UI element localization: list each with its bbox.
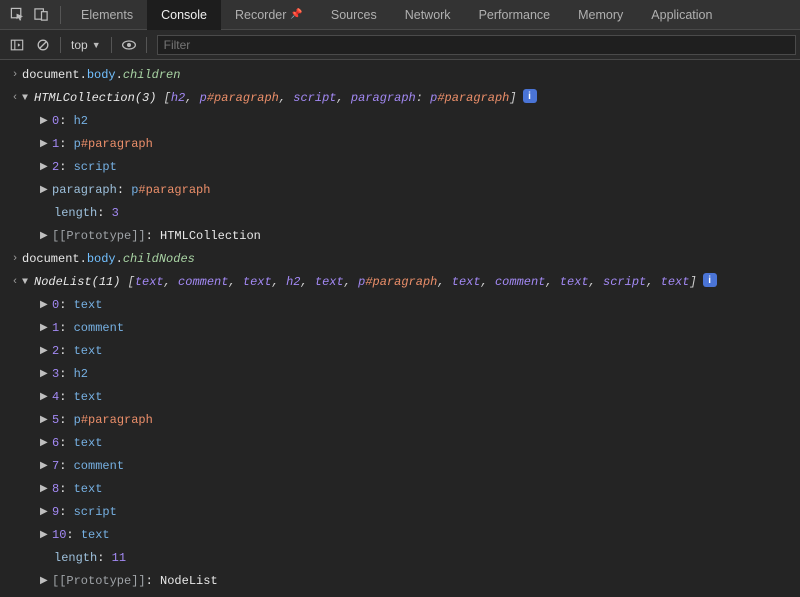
result-preview[interactable]: NodeList(11) [text, comment, text, h2, t… <box>34 273 697 292</box>
filter-container <box>157 35 796 55</box>
expander-icon[interactable]: ▶ <box>40 503 52 522</box>
pin-icon: 📌 <box>290 9 302 20</box>
object-property-row[interactable]: ▶2: script <box>2 156 800 179</box>
inspect-icon[interactable] <box>6 4 28 26</box>
devtools-tabbar: Elements Console Recorder 📌 Sources Netwo… <box>0 0 800 30</box>
info-badge-icon[interactable]: i <box>523 89 537 103</box>
console-output-row: ‹ ▼ NodeList(11) [text, comment, text, h… <box>2 271 800 294</box>
expander-icon[interactable]: ▶ <box>40 319 52 338</box>
result-preview[interactable]: HTMLCollection(3) [h2, p#paragraph, scri… <box>34 89 517 108</box>
expander-icon[interactable]: ▶ <box>40 158 52 177</box>
tab-label: Performance <box>479 8 551 22</box>
console-output: › document.body.children ‹ ▼ HTMLCollect… <box>0 60 800 597</box>
output-caret-icon: ‹ <box>8 273 22 292</box>
object-property-row[interactable]: ▶4: text <box>2 386 800 409</box>
tab-network[interactable]: Network <box>391 0 465 30</box>
context-selector[interactable]: top ▼ <box>65 38 107 52</box>
tab-separator <box>60 6 61 24</box>
tab-label: Elements <box>81 8 133 22</box>
console-input-code: document.body.childNodes <box>22 250 195 269</box>
input-caret-icon: › <box>8 250 22 269</box>
tab-elements[interactable]: Elements <box>67 0 147 30</box>
object-property-row[interactable]: ▶paragraph: p#paragraph <box>2 179 800 202</box>
object-property-row[interactable]: ▶5: p#paragraph <box>2 409 800 432</box>
tab-memory[interactable]: Memory <box>564 0 637 30</box>
expander-icon[interactable]: ▶ <box>40 227 52 246</box>
expander-icon[interactable]: ▼ <box>22 273 34 292</box>
console-input-code: document.body.children <box>22 66 180 85</box>
device-toggle-icon[interactable] <box>30 4 52 26</box>
object-property-row[interactable]: ▶0: text <box>2 294 800 317</box>
filter-input[interactable] <box>157 35 796 55</box>
tab-label: Network <box>405 8 451 22</box>
expander-icon[interactable]: ▶ <box>40 526 52 545</box>
object-property-row[interactable]: ▶1: comment <box>2 317 800 340</box>
console-toolbar: top ▼ <box>0 30 800 60</box>
tab-label: Sources <box>331 8 377 22</box>
expander-icon[interactable]: ▶ <box>40 342 52 361</box>
object-property-row[interactable]: ▶7: comment <box>2 455 800 478</box>
toolbar-separator <box>146 37 147 53</box>
console-input-row: › document.body.children <box>2 64 800 87</box>
object-property-row[interactable]: ▶1: p#paragraph <box>2 133 800 156</box>
live-expression-icon[interactable] <box>116 34 142 56</box>
clear-console-icon[interactable] <box>30 34 56 56</box>
expander-icon[interactable]: ▶ <box>40 411 52 430</box>
tab-label: Console <box>161 8 207 22</box>
expander-icon[interactable]: ▶ <box>40 480 52 499</box>
object-property-row[interactable]: ▶3: h2 <box>2 363 800 386</box>
object-property-row[interactable]: ▶10: text <box>2 524 800 547</box>
input-caret-icon: › <box>8 66 22 85</box>
expander-icon[interactable]: ▶ <box>40 457 52 476</box>
chevron-down-icon: ▼ <box>92 40 101 50</box>
tab-recorder[interactable]: Recorder 📌 <box>221 0 317 30</box>
object-property-row[interactable]: ▶8: text <box>2 478 800 501</box>
expander-icon[interactable]: ▶ <box>40 181 52 200</box>
object-property-row[interactable]: ▶2: text <box>2 340 800 363</box>
toolbar-separator <box>111 37 112 53</box>
expander-icon[interactable]: ▶ <box>40 572 52 591</box>
expander-icon[interactable]: ▶ <box>40 388 52 407</box>
sidebar-toggle-icon[interactable] <box>4 34 30 56</box>
expander-icon[interactable]: ▶ <box>40 135 52 154</box>
expander-icon[interactable]: ▶ <box>40 112 52 131</box>
object-property-row[interactable]: ▶9: script <box>2 501 800 524</box>
console-input-row: › document.body.childNodes <box>2 248 800 271</box>
object-property-row[interactable]: ▶[[Prototype]]: NodeList <box>2 570 800 593</box>
expander-icon[interactable]: ▶ <box>40 296 52 315</box>
tab-console[interactable]: Console <box>147 0 221 30</box>
toolbar-separator <box>60 37 61 53</box>
tab-application[interactable]: Application <box>637 0 726 30</box>
tab-performance[interactable]: Performance <box>465 0 565 30</box>
tab-sources[interactable]: Sources <box>317 0 391 30</box>
object-property-row: length: 3 <box>2 202 800 225</box>
expander-icon[interactable]: ▶ <box>40 434 52 453</box>
object-property-row[interactable]: ▶0: h2 <box>2 110 800 133</box>
console-output-row: ‹ ▼ HTMLCollection(3) [h2, p#paragraph, … <box>2 87 800 110</box>
object-property-row: length: 11 <box>2 547 800 570</box>
context-label: top <box>71 38 88 52</box>
expander-icon[interactable]: ▼ <box>22 89 34 108</box>
info-badge-icon[interactable]: i <box>703 273 717 287</box>
expander-icon[interactable]: ▶ <box>40 365 52 384</box>
tab-label: Recorder <box>235 8 286 22</box>
object-property-row[interactable]: ▶6: text <box>2 432 800 455</box>
output-caret-icon: ‹ <box>8 89 22 108</box>
tab-label: Memory <box>578 8 623 22</box>
object-property-row[interactable]: ▶[[Prototype]]: HTMLCollection <box>2 225 800 248</box>
tab-label: Application <box>651 8 712 22</box>
